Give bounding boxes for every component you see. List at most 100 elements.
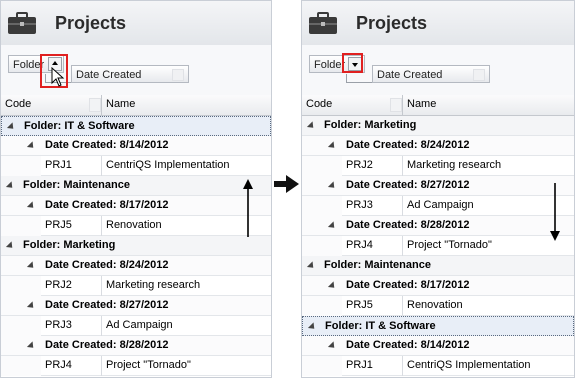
sort-indicator-icon xyxy=(172,69,184,81)
project-code: PRJ2 xyxy=(45,279,72,291)
folder-group-label: Folder: IT & Software xyxy=(325,320,436,332)
expand-triangle-icon[interactable] xyxy=(26,301,37,311)
expand-triangle-icon[interactable] xyxy=(26,201,37,211)
project-name: Project "Tornado" xyxy=(407,239,492,251)
grouped-grid: Folder: Marketing Date Created: 8/24/2012… xyxy=(302,116,574,376)
transition-arrow-icon xyxy=(274,175,299,193)
panel-header: Projects xyxy=(1,1,271,46)
folder-group-row[interactable]: Folder: Marketing xyxy=(1,236,271,256)
date-group-row[interactable]: Date Created: 8/17/2012 xyxy=(302,276,574,296)
projects-panel-ascending: Projects Folder Date Created Code Name F… xyxy=(0,0,272,378)
date-group-row[interactable]: Date Created: 8/28/2012 xyxy=(302,216,574,236)
date-group-label: Date Created: 8/14/2012 xyxy=(346,339,470,351)
date-group-row[interactable]: Date Created: 8/24/2012 xyxy=(302,136,574,156)
column-code[interactable]: Code xyxy=(306,98,332,110)
project-row[interactable]: PRJ2 Marketing research xyxy=(1,276,271,296)
project-row[interactable]: PRJ4 Project "Tornado" xyxy=(302,236,574,256)
project-row[interactable]: PRJ5 Renovation xyxy=(1,216,271,236)
expand-triangle-icon[interactable] xyxy=(327,341,338,351)
project-name: Marketing research xyxy=(407,159,502,171)
project-name: Marketing research xyxy=(106,279,201,291)
column-code[interactable]: Code xyxy=(5,98,31,110)
date-group-row[interactable]: Date Created: 8/27/2012 xyxy=(302,176,574,196)
date-group-label: Date Created: 8/24/2012 xyxy=(45,259,169,271)
project-name: Ad Campaign xyxy=(407,199,474,211)
project-name: Renovation xyxy=(407,299,463,311)
project-name: Project "Tornado" xyxy=(106,359,191,371)
expand-triangle-icon[interactable] xyxy=(306,261,317,271)
project-row[interactable]: PRJ5 Renovation xyxy=(302,296,574,316)
project-code: PRJ3 xyxy=(346,199,373,211)
expand-triangle-icon[interactable] xyxy=(307,322,318,332)
panel-header: Projects xyxy=(302,1,574,46)
date-group-label: Date Created: 8/14/2012 xyxy=(45,139,169,151)
folder-group-label: Folder: Maintenance xyxy=(23,179,130,191)
project-row[interactable]: PRJ3 Ad Campaign xyxy=(302,196,574,216)
page-title: Projects xyxy=(55,13,127,33)
column-name[interactable]: Name xyxy=(106,98,135,110)
date-group-label: Date Created: 8/17/2012 xyxy=(346,279,470,291)
project-code: PRJ5 xyxy=(45,219,72,231)
folder-group-row[interactable]: Folder: IT & Software xyxy=(302,316,574,336)
expand-triangle-icon[interactable] xyxy=(327,221,338,231)
project-name: CentriQS Implementation xyxy=(407,359,531,371)
expand-triangle-icon[interactable] xyxy=(26,341,37,351)
project-name: CentriQS Implementation xyxy=(106,159,230,171)
briefcase-icon xyxy=(8,12,36,34)
column-name[interactable]: Name xyxy=(407,98,436,110)
project-code: PRJ5 xyxy=(346,299,373,311)
date-group-row[interactable]: Date Created: 8/14/2012 xyxy=(302,336,574,356)
projects-panel-descending: Projects Folder Date Created Code Name F… xyxy=(301,0,575,378)
folder-group-row[interactable]: Folder: Maintenance xyxy=(1,176,271,196)
folder-group-label: Folder: Maintenance xyxy=(324,259,431,271)
project-row[interactable]: PRJ2 Marketing research xyxy=(302,156,574,176)
expand-triangle-icon[interactable] xyxy=(26,141,37,151)
expand-triangle-icon[interactable] xyxy=(6,122,17,132)
date-group-label: Date Created: 8/28/2012 xyxy=(45,339,169,351)
date-group-row[interactable]: Date Created: 8/17/2012 xyxy=(1,196,271,216)
project-row[interactable]: PRJ3 Ad Campaign xyxy=(1,316,271,336)
scroll-down-arrow-icon xyxy=(550,183,560,241)
date-group-label: Date Created: 8/24/2012 xyxy=(346,139,470,151)
folder-group-row[interactable]: Folder: IT & Software xyxy=(1,116,271,136)
date-group-label: Date Created: 8/27/2012 xyxy=(346,179,470,191)
date-group-row[interactable]: Date Created: 8/14/2012 xyxy=(1,136,271,156)
expand-triangle-icon[interactable] xyxy=(327,141,338,151)
expand-triangle-icon[interactable] xyxy=(5,241,16,251)
group-chip-date-label: Date Created xyxy=(76,69,142,81)
column-sort-icon xyxy=(89,98,101,112)
date-group-row[interactable]: Date Created: 8/27/2012 xyxy=(1,296,271,316)
group-chip-date-label: Date Created xyxy=(377,69,443,81)
expand-triangle-icon[interactable] xyxy=(306,121,317,131)
sort-indicator-icon xyxy=(473,69,485,81)
expand-triangle-icon[interactable] xyxy=(327,181,338,191)
expand-triangle-icon[interactable] xyxy=(5,181,16,191)
column-sort-icon xyxy=(390,98,402,112)
folder-group-row[interactable]: Folder: Maintenance xyxy=(302,256,574,276)
grouped-grid: Folder: IT & Software Date Created: 8/14/… xyxy=(1,116,271,376)
project-code: PRJ3 xyxy=(45,319,72,331)
folder-group-label: Folder: IT & Software xyxy=(24,120,135,132)
project-row[interactable]: PRJ1 CentriQS Implementation xyxy=(302,356,574,376)
mouse-cursor-icon xyxy=(51,67,65,87)
group-chip-date-created[interactable]: Date Created xyxy=(71,65,189,83)
group-chip-folder-label: Folder xyxy=(314,59,346,71)
page-title: Projects xyxy=(356,13,428,33)
group-chip-date-created[interactable]: Date Created xyxy=(372,65,490,83)
briefcase-icon xyxy=(309,12,337,34)
date-group-row[interactable]: Date Created: 8/24/2012 xyxy=(1,256,271,276)
date-group-label: Date Created: 8/28/2012 xyxy=(346,219,470,231)
project-name: Ad Campaign xyxy=(106,319,173,331)
expand-triangle-icon[interactable] xyxy=(26,261,37,271)
expand-triangle-icon[interactable] xyxy=(327,281,338,291)
group-by-bar: Folder Date Created xyxy=(1,45,271,96)
project-code: PRJ4 xyxy=(346,239,373,251)
folder-group-row[interactable]: Folder: Marketing xyxy=(302,116,574,136)
scroll-up-arrow-icon xyxy=(243,179,253,237)
group-by-bar: Folder Date Created xyxy=(302,45,574,96)
project-row[interactable]: PRJ1 CentriQS Implementation xyxy=(1,156,271,176)
date-group-label: Date Created: 8/17/2012 xyxy=(45,199,169,211)
project-row[interactable]: PRJ4 Project "Tornado" xyxy=(1,356,271,376)
date-group-label: Date Created: 8/27/2012 xyxy=(45,299,169,311)
date-group-row[interactable]: Date Created: 8/28/2012 xyxy=(1,336,271,356)
